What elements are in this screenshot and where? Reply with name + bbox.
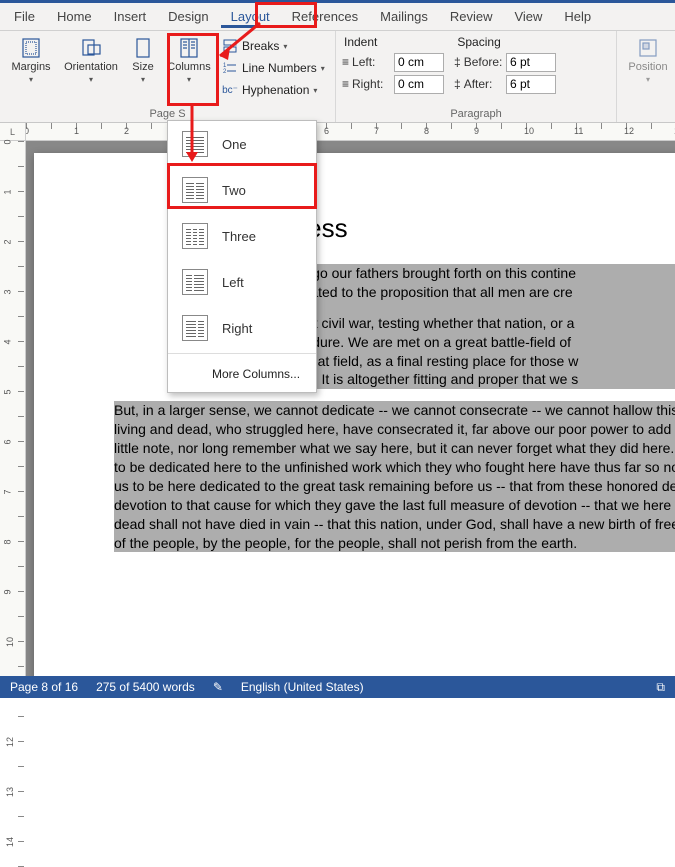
document-area[interactable]: g Address even years ago our fathers bro… xyxy=(26,141,675,676)
ribbon: Margins ▾ Orientation ▾ Size ▾ Columns ▾… xyxy=(0,31,675,123)
one-label: One xyxy=(222,137,247,152)
breaks-label: Breaks xyxy=(242,39,279,53)
tab-design[interactable]: Design xyxy=(158,5,218,28)
status-display-settings-icon[interactable]: ⧉ xyxy=(656,680,665,695)
status-words[interactable]: 275 of 5400 words xyxy=(96,680,195,694)
status-proofing-icon[interactable]: ✎ xyxy=(213,680,223,694)
two-label: Two xyxy=(222,183,246,198)
status-page[interactable]: Page 8 of 16 xyxy=(10,680,78,694)
tab-view[interactable]: View xyxy=(504,5,552,28)
chevron-down-icon: ▾ xyxy=(283,42,287,51)
ribbon-tabs: File Home Insert Design Layout Reference… xyxy=(0,3,675,31)
chevron-down-icon: ▾ xyxy=(646,75,650,84)
margins-label: Margins xyxy=(11,61,50,73)
size-button[interactable]: Size ▾ xyxy=(126,35,160,101)
right-column-icon xyxy=(182,315,208,341)
tab-home[interactable]: Home xyxy=(47,5,102,28)
chevron-down-icon: ▾ xyxy=(313,86,317,95)
columns-label: Columns xyxy=(167,61,210,73)
position-button[interactable]: Position ▾ xyxy=(623,35,673,86)
three-label: Three xyxy=(222,229,256,244)
chevron-down-icon: ▾ xyxy=(141,75,145,84)
ruler-corner: L xyxy=(0,123,26,141)
hyphenation-button[interactable]: bc⁻ Hyphenation ▾ xyxy=(218,79,329,101)
hyphenation-icon: bc⁻ xyxy=(222,82,238,98)
page: g Address even years ago our fathers bro… xyxy=(34,153,675,676)
position-icon xyxy=(637,37,659,59)
selected-text-p3[interactable]: But, in a larger sense, we cannot dedica… xyxy=(114,401,675,552)
left-column-icon xyxy=(182,269,208,295)
columns-icon xyxy=(178,37,200,59)
columns-option-three[interactable]: Three xyxy=(168,213,316,259)
columns-dropdown: One Two Three Left Right More Columns... xyxy=(167,120,317,393)
line-numbers-icon: 12 xyxy=(222,60,238,76)
chevron-down-icon: ▾ xyxy=(321,64,325,73)
indent-right-icon: ≡ xyxy=(342,77,349,91)
orientation-icon xyxy=(80,37,102,59)
spacing-before-input[interactable] xyxy=(506,53,556,72)
margins-button[interactable]: Margins ▾ xyxy=(6,35,56,101)
spacing-before-icon: ‡ xyxy=(454,55,461,69)
size-label: Size xyxy=(132,61,153,73)
breaks-button[interactable]: Breaks ▾ xyxy=(218,35,329,57)
more-columns-label: More Columns... xyxy=(212,367,300,381)
indent-left-label: ≡Left: xyxy=(342,55,390,69)
tab-help[interactable]: Help xyxy=(554,5,601,28)
chevron-down-icon: ▾ xyxy=(29,75,33,84)
chevron-down-icon: ▾ xyxy=(187,75,191,84)
size-icon xyxy=(132,37,154,59)
svg-text:2: 2 xyxy=(223,69,227,75)
status-language[interactable]: English (United States) xyxy=(241,680,364,694)
right-label: Right xyxy=(222,321,252,336)
columns-option-left[interactable]: Left xyxy=(168,259,316,305)
tab-mailings[interactable]: Mailings xyxy=(370,5,438,28)
group-paragraph: Indent Spacing ≡Left: ≡Right: ‡Before: ‡… xyxy=(336,31,617,122)
group-name-paragraph: Paragraph xyxy=(342,108,610,120)
horizontal-ruler[interactable]: 01234567891011121314 xyxy=(26,123,675,141)
orientation-label: Orientation xyxy=(64,61,118,73)
group-page-setup: Margins ▾ Orientation ▾ Size ▾ Columns ▾… xyxy=(0,31,336,122)
dropdown-separator xyxy=(168,353,316,354)
indent-header: Indent xyxy=(344,35,377,49)
group-name-page-setup: Page S xyxy=(6,108,329,120)
orientation-button[interactable]: Orientation ▾ xyxy=(60,35,122,101)
left-label: Left xyxy=(222,275,244,290)
group-arrange: Position ▾ xyxy=(617,31,675,122)
tab-insert[interactable]: Insert xyxy=(104,5,157,28)
more-columns-icon xyxy=(182,364,202,384)
indent-right-input[interactable] xyxy=(394,75,444,94)
position-label: Position xyxy=(628,61,667,73)
chevron-down-icon: ▾ xyxy=(89,75,93,84)
columns-button[interactable]: Columns ▾ xyxy=(164,35,214,101)
tab-review[interactable]: Review xyxy=(440,5,503,28)
breaks-icon xyxy=(222,38,238,54)
margins-icon xyxy=(20,37,42,59)
spacing-after-icon: ‡ xyxy=(454,77,461,91)
two-column-icon xyxy=(182,177,208,203)
indent-left-input[interactable] xyxy=(394,53,444,72)
columns-option-right[interactable]: Right xyxy=(168,305,316,351)
line-numbers-button[interactable]: 12 Line Numbers ▾ xyxy=(218,57,329,79)
line-numbers-label: Line Numbers xyxy=(242,61,317,75)
tab-file[interactable]: File xyxy=(4,5,45,28)
tab-layout[interactable]: Layout xyxy=(221,5,280,28)
spacing-after-input[interactable] xyxy=(506,75,556,94)
spacing-header: Spacing xyxy=(457,35,500,49)
columns-option-one[interactable]: One xyxy=(168,121,316,167)
vertical-ruler[interactable]: 01234567891011121314 xyxy=(0,141,26,676)
one-column-icon xyxy=(182,131,208,157)
hyphenation-label: Hyphenation xyxy=(242,83,309,97)
status-bar: Page 8 of 16 275 of 5400 words ✎ English… xyxy=(0,676,675,698)
spacing-after-label: ‡After: xyxy=(454,77,502,91)
more-columns-option[interactable]: More Columns... xyxy=(168,356,316,392)
columns-option-two[interactable]: Two xyxy=(168,167,316,213)
tab-references[interactable]: References xyxy=(282,5,368,28)
indent-left-icon: ≡ xyxy=(342,55,349,69)
spacing-before-label: ‡Before: xyxy=(454,55,502,69)
indent-right-label: ≡Right: xyxy=(342,77,390,91)
three-column-icon xyxy=(182,223,208,249)
